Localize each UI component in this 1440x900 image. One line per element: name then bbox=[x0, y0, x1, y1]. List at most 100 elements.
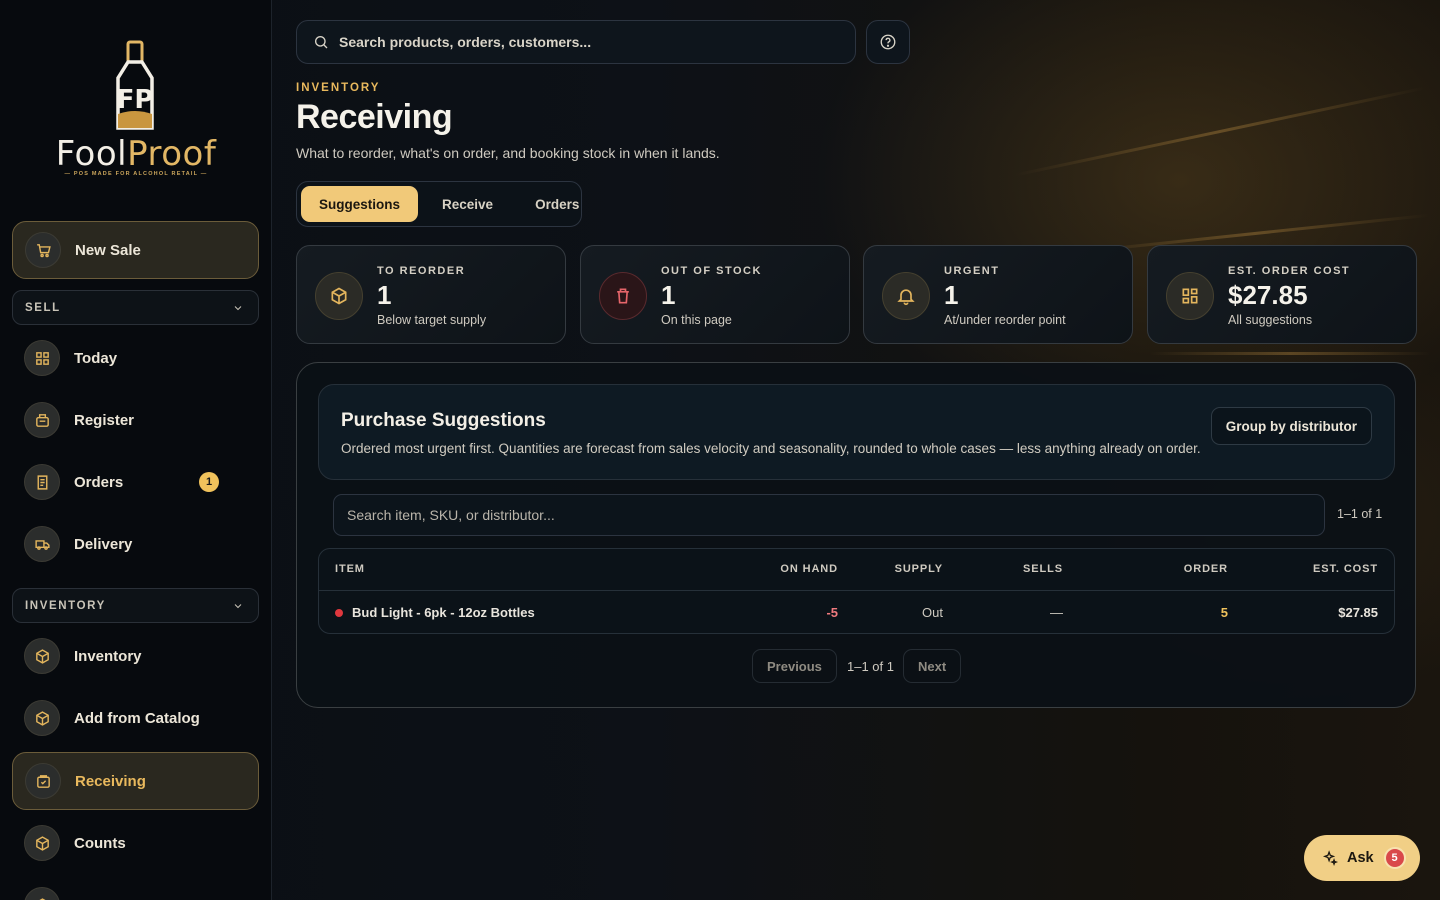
table-cell-sells: — bbox=[1050, 605, 1063, 620]
page-title: Receiving bbox=[296, 98, 453, 136]
help-button[interactable] bbox=[866, 20, 910, 64]
global-search-input[interactable]: Search products, orders, customers... bbox=[296, 20, 856, 64]
stat-card-est-order-cost: EST. ORDER COST $27.85 All suggestions bbox=[1147, 245, 1417, 344]
new-sale-button[interactable]: New Sale bbox=[12, 221, 259, 279]
filter-placeholder: Search item, SKU, or distributor... bbox=[347, 507, 555, 523]
sidebar-item-register[interactable]: Register bbox=[12, 391, 259, 449]
stat-note: At/under reorder point bbox=[944, 313, 1066, 327]
stat-label: EST. ORDER COST bbox=[1228, 265, 1351, 277]
column-header-item[interactable]: ITEM bbox=[335, 563, 365, 575]
search-icon bbox=[315, 36, 328, 49]
stat-card-out-of-stock: OUT OF STOCK 1 On this page bbox=[580, 245, 850, 344]
tab-orders[interactable]: Orders bbox=[517, 186, 597, 222]
sidebar-item-delivery[interactable]: Delivery bbox=[12, 515, 259, 573]
page-subtitle: What to reorder, what's on order, and bo… bbox=[296, 145, 720, 161]
column-header-order[interactable]: ORDER bbox=[1184, 563, 1228, 575]
ask-assistant-button[interactable]: Ask 5 bbox=[1304, 835, 1420, 881]
suggestions-filter-input[interactable]: Search item, SKU, or distributor... bbox=[333, 494, 1325, 536]
bottle-logo-icon: FP bbox=[116, 40, 154, 130]
stat-note: All suggestions bbox=[1228, 313, 1313, 327]
nav-label: Add from Catalog bbox=[74, 709, 200, 727]
column-header-on-hand[interactable]: ON HAND bbox=[780, 563, 838, 575]
page-range: 1–1 of 1 bbox=[847, 658, 894, 674]
stat-card-to-reorder: TO REORDER 1 Below target supply bbox=[296, 245, 566, 344]
stat-card-urgent: URGENT 1 At/under reorder point bbox=[863, 245, 1133, 344]
status-dot bbox=[335, 609, 343, 617]
stat-value: 1 bbox=[944, 280, 959, 310]
group-by-distributor-button[interactable]: Group by distributor bbox=[1210, 407, 1372, 445]
receiving-icon bbox=[25, 763, 61, 799]
receiving-tabs: Suggestions Receive Orders bbox=[296, 181, 582, 227]
stat-value: 1 bbox=[661, 280, 676, 310]
row-divider bbox=[319, 590, 1394, 591]
main-content: Search products, orders, customers... IN… bbox=[296, 0, 1440, 900]
help-icon bbox=[880, 34, 896, 50]
box-icon bbox=[24, 638, 60, 674]
section-title: SELL bbox=[25, 301, 61, 314]
stat-value: 1 bbox=[377, 280, 392, 310]
orders-count-badge: 1 bbox=[199, 472, 219, 492]
stat-label: TO REORDER bbox=[377, 265, 466, 277]
box-icon bbox=[24, 887, 60, 900]
suggestions-description: Ordered most urgent first. Quantities ar… bbox=[341, 441, 1201, 456]
sidebar-item-orders[interactable]: Orders 1 bbox=[12, 453, 259, 511]
sidebar: FP FoolProof — POS MADE FOR ALCOHOL RETA… bbox=[0, 0, 272, 900]
tab-receive[interactable]: Receive bbox=[424, 186, 511, 222]
table-cell-order[interactable]: 5 bbox=[1221, 605, 1228, 620]
cart-icon bbox=[25, 232, 61, 268]
stat-label: URGENT bbox=[944, 265, 1000, 277]
nav-label: Counts bbox=[74, 834, 126, 852]
grid-icon bbox=[1166, 272, 1214, 320]
ask-notification-badge: 5 bbox=[1383, 847, 1406, 869]
stat-value: $27.85 bbox=[1228, 280, 1308, 310]
sidebar-item-inventory[interactable]: Inventory bbox=[12, 627, 259, 685]
trash-icon bbox=[599, 272, 647, 320]
column-header-est-cost[interactable]: EST. COST bbox=[1313, 563, 1378, 575]
section-toggle-inventory[interactable]: INVENTORY bbox=[12, 588, 259, 623]
nav-label: Today bbox=[74, 349, 118, 367]
sidebar-item-receiving[interactable]: Receiving bbox=[12, 752, 259, 810]
nav-label: Receiving bbox=[75, 772, 146, 790]
suggestions-title: Purchase Suggestions bbox=[341, 410, 546, 431]
truck-icon bbox=[24, 526, 60, 562]
nav-label: New Sale bbox=[75, 241, 141, 259]
next-page-button[interactable]: Next bbox=[903, 649, 962, 683]
brand-tagline: — POS MADE FOR ALCOHOL RETAIL — bbox=[64, 171, 208, 177]
suggestions-header: Purchase Suggestions Ordered most urgent… bbox=[318, 384, 1395, 480]
nav-label: Inventory bbox=[74, 647, 142, 665]
suggestions-table: ITEM ON HAND SUPPLY SELLS ORDER EST. COS… bbox=[318, 548, 1395, 634]
nav-label: Delivery bbox=[74, 535, 133, 553]
bell-icon bbox=[882, 272, 930, 320]
grid-icon bbox=[24, 340, 60, 376]
brand-wordmark: FoolProof bbox=[55, 134, 217, 174]
table-cell-est-cost: $27.85 bbox=[1338, 605, 1378, 620]
column-header-supply[interactable]: SUPPLY bbox=[895, 563, 943, 575]
stat-note: On this page bbox=[661, 313, 732, 327]
table-cell-supply: Out bbox=[922, 605, 943, 620]
box-icon bbox=[24, 825, 60, 861]
svg-text:FP: FP bbox=[117, 85, 154, 115]
receipt-icon bbox=[24, 464, 60, 500]
register-icon bbox=[24, 402, 60, 438]
table-cell-item[interactable]: Bud Light - 6pk - 12oz Bottles bbox=[352, 605, 535, 620]
nav-label: Orders bbox=[74, 473, 124, 491]
table-cell-on-hand: -5 bbox=[826, 605, 838, 620]
purchase-suggestions-panel: Purchase Suggestions Ordered most urgent… bbox=[296, 362, 1416, 708]
sparkle-icon bbox=[1322, 849, 1339, 866]
column-header-sells[interactable]: SELLS bbox=[1023, 563, 1063, 575]
chevron-down-icon bbox=[234, 305, 242, 310]
sidebar-item-today[interactable]: Today bbox=[12, 329, 259, 387]
section-toggle-sell[interactable]: SELL bbox=[12, 290, 259, 325]
chevron-down-icon bbox=[234, 603, 242, 608]
sidebar-item-partial[interactable] bbox=[12, 876, 259, 900]
sidebar-item-add-from-catalog[interactable]: Add from Catalog bbox=[12, 689, 259, 747]
sidebar-item-counts[interactable]: Counts bbox=[12, 814, 259, 872]
search-placeholder: Search products, orders, customers... bbox=[339, 34, 592, 50]
result-count: 1–1 of 1 bbox=[1337, 507, 1383, 521]
nav-label: Register bbox=[74, 411, 135, 429]
stat-label: OUT OF STOCK bbox=[661, 265, 762, 277]
previous-page-button[interactable]: Previous bbox=[752, 649, 837, 683]
tab-suggestions[interactable]: Suggestions bbox=[301, 186, 419, 222]
brand-logo[interactable]: FP FoolProof — POS MADE FOR ALCOHOL RETA… bbox=[50, 38, 222, 183]
ask-label: Ask bbox=[1347, 850, 1374, 866]
